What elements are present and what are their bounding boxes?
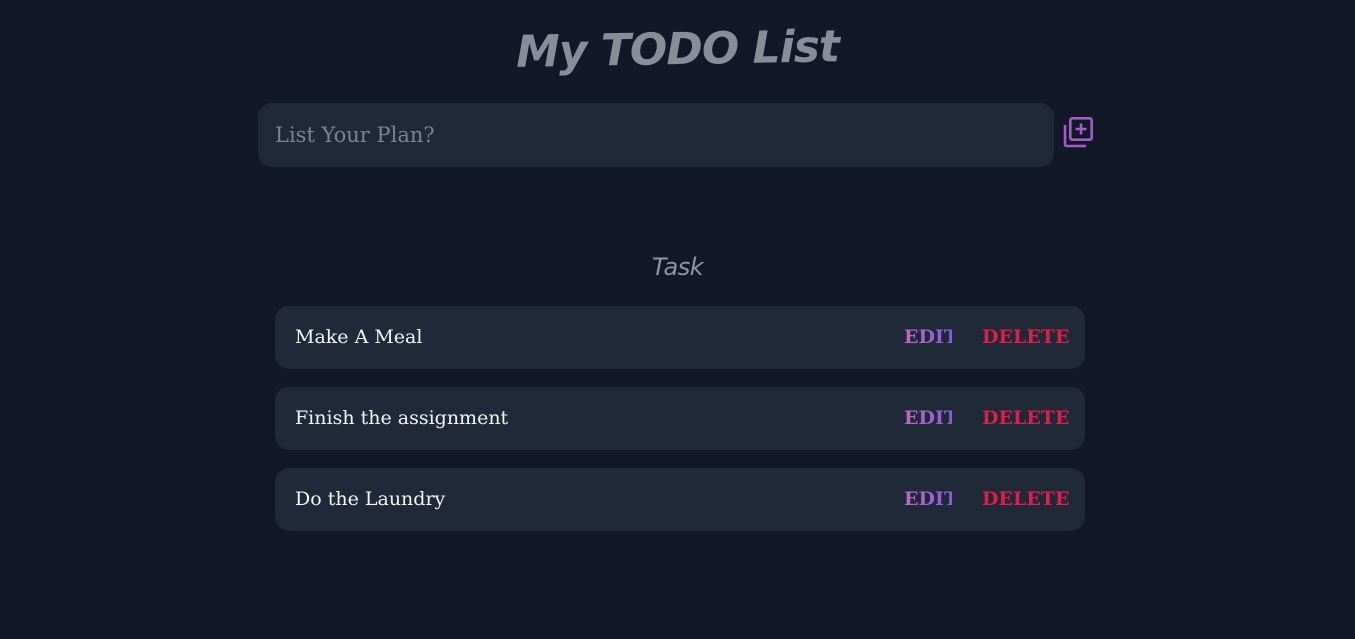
task-row: Make A Meal EDIT DELETE: [275, 306, 1085, 369]
add-task-button[interactable]: [1062, 116, 1094, 148]
task-input[interactable]: [258, 103, 1054, 167]
delete-button[interactable]: DELETE: [982, 306, 1069, 369]
edit-button[interactable]: EDIT: [904, 306, 958, 369]
task-text: Make A Meal: [295, 326, 423, 348]
page-title: My TODO List: [515, 21, 840, 78]
task-row: Finish the assignment EDIT DELETE: [275, 387, 1085, 450]
task-text: Do the Laundry: [295, 488, 446, 510]
task-input-container: [258, 103, 1054, 167]
task-section-heading: Task: [651, 253, 704, 281]
add-box-icon: [1063, 116, 1093, 148]
delete-button[interactable]: DELETE: [982, 387, 1069, 450]
task-row: Do the Laundry EDIT DELETE: [275, 468, 1085, 531]
delete-button[interactable]: DELETE: [982, 468, 1069, 531]
edit-button[interactable]: EDIT: [904, 387, 958, 450]
edit-button[interactable]: EDIT: [904, 468, 958, 531]
task-text: Finish the assignment: [295, 407, 509, 429]
